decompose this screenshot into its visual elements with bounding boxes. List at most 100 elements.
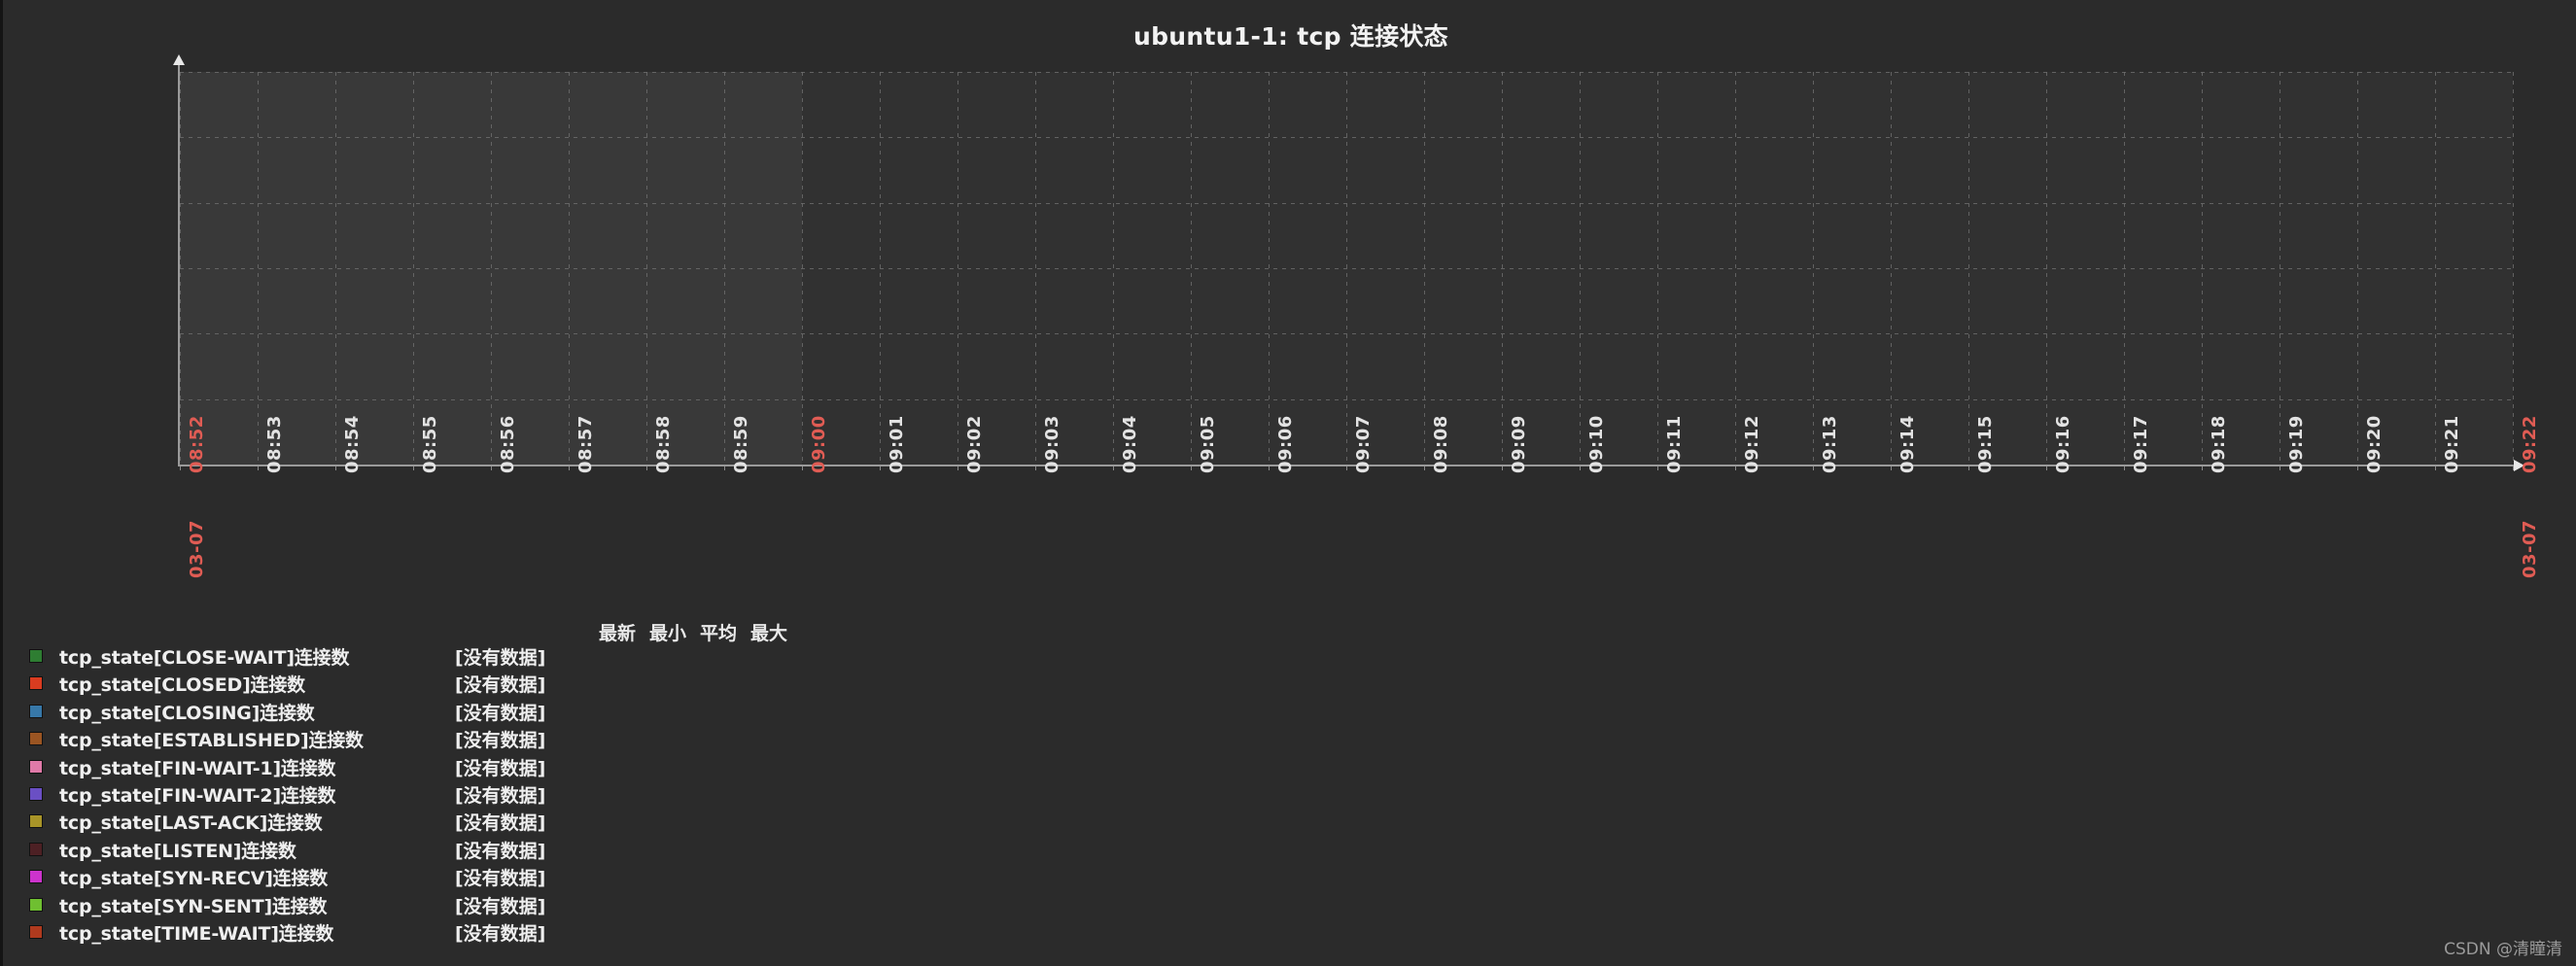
x-axis-tick-label: 09:17 (2131, 415, 2151, 473)
legend-color-swatch (29, 732, 43, 746)
legend-item[interactable]: tcp_state[CLOSED]连接数 [没有数据] (3, 671, 1169, 698)
legend-color-swatch (29, 676, 43, 691)
legend-color-swatch (29, 786, 43, 801)
x-axis-tick-label: 09:22 (2520, 415, 2540, 473)
x-axis-tick-label: 08:59 (731, 415, 751, 473)
legend-item-value: [没有数据] (455, 647, 546, 669)
legend-item-value: [没有数据] (455, 922, 546, 945)
legend-item[interactable]: tcp_state[CLOSING]连接数 [没有数据] (3, 699, 1169, 726)
legend-item-label: tcp_state[SYN-RECV]连接数 (59, 868, 329, 890)
x-axis-tick-mark (1191, 466, 1192, 470)
x-axis-tick-mark (1346, 466, 1347, 470)
legend-item[interactable]: tcp_state[CLOSE-WAIT]连接数 [没有数据] (3, 643, 1169, 671)
legend-color-swatch (29, 842, 43, 856)
legend-item[interactable]: tcp_state[FIN-WAIT-2]连接数 [没有数据] (3, 781, 1169, 809)
x-axis-tick-mark (1580, 466, 1581, 470)
x-axis-tick-mark (957, 466, 958, 470)
x-axis-tick-label: 09:05 (1198, 415, 1218, 473)
plot-area (180, 72, 2514, 466)
legend-item-value: [没有数据] (455, 812, 546, 835)
legend-item-label: tcp_state[TIME-WAIT]连接数 (59, 922, 334, 945)
x-axis-tick-label: 09:20 (2364, 415, 2385, 473)
legend-item-value: [没有数据] (455, 840, 546, 862)
x-axis-tick-mark (2357, 466, 2358, 470)
x-axis-tick-mark (258, 466, 259, 470)
x-axis-tick-mark (180, 466, 181, 470)
legend-item-label: tcp_state[FIN-WAIT-1]连接数 (59, 757, 336, 779)
x-axis-tick-label: 09:07 (1353, 415, 1374, 473)
gridline-horizontal (180, 399, 2513, 400)
x-axis-tick-mark (2124, 466, 2125, 470)
x-axis-tick-label: 09:18 (2209, 415, 2229, 473)
x-axis-tick-mark (2046, 466, 2047, 470)
x-axis-tick-mark (1813, 466, 1814, 470)
gridline-vertical (2513, 72, 2514, 465)
page-title: ubuntu1-1: tcp 连接状态 (1133, 22, 1448, 51)
x-axis-tick-label: 08:52 (187, 415, 207, 473)
zabbix-graph-widget: ubuntu1-1: tcp 连接状态 00.20.40.60.81.01.2 … (0, 0, 2576, 966)
legend-item[interactable]: tcp_state[LAST-ACK]连接数 [没有数据] (3, 809, 1169, 836)
x-axis-tick-mark (1269, 466, 1270, 470)
legend-item-value: [没有数据] (455, 784, 546, 807)
x-axis-tick-mark (569, 466, 570, 470)
x-axis-tick-label: 09:13 (1820, 415, 1840, 473)
legend-item-label: tcp_state[ESTABLISHED]连接数 (59, 730, 364, 752)
x-axis-tick-mark (1035, 466, 1036, 470)
legend-item-value: [没有数据] (455, 702, 546, 724)
x-axis-tick-label: 09:09 (1509, 415, 1529, 473)
x-axis-tick-mark (1891, 466, 1892, 470)
gridline-horizontal (180, 137, 2513, 138)
x-axis-tick-label: 09:03 (1042, 415, 1062, 473)
legend-item[interactable]: tcp_state[FIN-WAIT-1]连接数 [没有数据] (3, 754, 1169, 781)
legend-item[interactable]: tcp_state[LISTEN]连接数 [没有数据] (3, 837, 1169, 864)
x-axis-tick-mark (1968, 466, 1969, 470)
legend-item[interactable]: tcp_state[SYN-SENT]连接数 [没有数据] (3, 892, 1169, 919)
y-axis-arrow-icon (173, 54, 185, 65)
legend-color-swatch (29, 870, 43, 884)
legend-item[interactable]: tcp_state[TIME-WAIT]连接数 [没有数据] (3, 919, 1169, 947)
legend-item-label: tcp_state[CLOSED]连接数 (59, 674, 305, 697)
legend-item[interactable]: tcp_state[SYN-RECV]连接数 [没有数据] (3, 864, 1169, 891)
x-axis-tick-mark (2513, 466, 2514, 470)
legend-item[interactable]: tcp_state[ESTABLISHED]连接数 [没有数据] (3, 726, 1169, 753)
legend-color-swatch (29, 814, 43, 829)
x-axis-tick-mark (413, 466, 414, 470)
legend-item-label: tcp_state[SYN-SENT]连接数 (59, 895, 328, 917)
x-axis-tick-label: 09:00 (809, 415, 829, 473)
legend-column-header: 最大 (750, 623, 788, 644)
x-axis-tick-mark (802, 466, 803, 470)
legend-item-value: [没有数据] (455, 895, 546, 917)
x-axis-tick-mark (1657, 466, 1658, 470)
x-axis-tick-mark (2202, 466, 2203, 470)
legend-item-value: [没有数据] (455, 730, 546, 752)
legend-item-label: tcp_state[LISTEN]连接数 (59, 840, 296, 862)
x-axis-tick-label: 08:58 (653, 415, 674, 473)
x-axis-tick-label: 09:06 (1275, 415, 1296, 473)
y-axis-line (178, 64, 180, 466)
x-axis-tick-label: 08:56 (498, 415, 518, 473)
x-axis-tick-label: 09:12 (1742, 415, 1762, 473)
x-axis-tick-mark (1424, 466, 1425, 470)
x-axis-tick-label: 08:53 (264, 415, 285, 473)
x-axis-tick-label: 08:57 (575, 415, 596, 473)
x-axis-tick-mark (724, 466, 725, 470)
x-axis-tick-label: 09:14 (1897, 415, 1918, 473)
x-axis-tick-label: 09:15 (1975, 415, 1996, 473)
legend-column-header: 最小 (649, 623, 687, 644)
x-axis-tick-mark (2435, 466, 2436, 470)
legend-item-label: tcp_state[CLOSING]连接数 (59, 702, 315, 724)
x-axis-tick-mark (1113, 466, 1114, 470)
x-axis-tick-label: 09:04 (1120, 415, 1140, 473)
x-axis-tick-mark (880, 466, 881, 470)
x-axis-tick-label: 08:54 (342, 415, 363, 473)
legend-color-swatch (29, 649, 43, 663)
legend-color-swatch (29, 759, 43, 774)
x-axis-tick-mark (1735, 466, 1736, 470)
gridline-horizontal (180, 203, 2513, 204)
x-axis-tick-label: 09:21 (2442, 415, 2462, 473)
x-axis-tick-label: 09:08 (1431, 415, 1451, 473)
watermark: CSDN @清瞳清 (2444, 940, 2562, 959)
legend-item-label: tcp_state[CLOSE-WAIT]连接数 (59, 647, 350, 669)
legend: tcp_state[CLOSE-WAIT]连接数 [没有数据] tcp_state[… (3, 643, 1169, 947)
x-axis-date-label: 03-07 (187, 519, 207, 578)
